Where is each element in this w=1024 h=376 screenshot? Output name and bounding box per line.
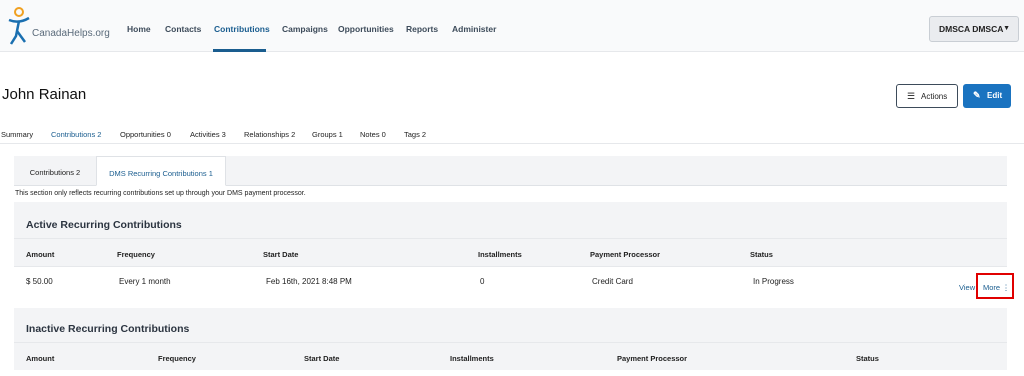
cell-payment-processor: Credit Card xyxy=(592,277,633,286)
inactive-contributions-panel: Inactive Recurring Contributions Amount … xyxy=(14,316,1007,376)
tab-groups[interactable]: Groups 1 xyxy=(312,130,343,139)
nav-campaigns[interactable]: Campaigns xyxy=(282,24,328,34)
logo[interactable]: CanadaHelps.org xyxy=(4,6,110,46)
actions-button-label: Actions xyxy=(921,92,948,101)
inactive-panel-title: Inactive Recurring Contributions xyxy=(14,316,1007,342)
caret-down-icon: ▼ xyxy=(1003,25,1010,32)
col-status: Status xyxy=(750,250,773,259)
stick-figure-logo-icon xyxy=(8,7,30,45)
edit-button-label: Edit xyxy=(987,91,1003,100)
col-status: Status xyxy=(856,354,879,363)
more-menu-button[interactable]: More ⋮ xyxy=(983,283,1010,292)
tab-summary[interactable]: Summary xyxy=(1,130,33,139)
col-payment-processor: Payment Processor xyxy=(590,250,661,259)
contributions-section: Contributions 2 DMS Recurring Contributi… xyxy=(14,156,1014,376)
cell-installments: 0 xyxy=(480,277,485,286)
nav-reports[interactable]: Reports xyxy=(406,24,438,34)
col-payment-processor: Payment Processor xyxy=(617,354,688,363)
sub-tabs: Contributions 2 DMS Recurring Contributi… xyxy=(14,156,1007,186)
user-menu-button[interactable]: DMSCA DMSCA ▼ xyxy=(929,16,1019,42)
tab-tags[interactable]: Tags 2 xyxy=(404,130,426,139)
nav-contributions[interactable]: Contributions xyxy=(214,24,270,34)
tab-contributions[interactable]: Contributions 2 xyxy=(51,130,101,139)
active-table-header: Amount Frequency Start Date Installments… xyxy=(14,238,1007,266)
contact-tabs: Summary Contributions 2 Opportunities 0 … xyxy=(0,126,1024,144)
col-frequency: Frequency xyxy=(158,354,196,363)
active-contributions-panel: Active Recurring Contributions Amount Fr… xyxy=(14,212,1014,308)
tab-relationships[interactable]: Relationships 2 xyxy=(244,130,295,139)
active-panel-title: Active Recurring Contributions xyxy=(14,212,1007,238)
subtab-contributions[interactable]: Contributions 2 xyxy=(14,156,96,186)
vertical-dots-icon: ⋮ xyxy=(1002,283,1010,292)
subtab-dms-recurring[interactable]: DMS Recurring Contributions 1 xyxy=(96,156,226,186)
col-installments: Installments xyxy=(478,250,522,259)
table-row: $ 50.00 Every 1 month Feb 16th, 2021 8:4… xyxy=(14,266,1014,300)
tab-notes[interactable]: Notes 0 xyxy=(360,130,386,139)
info-text: This section only reflects recurring con… xyxy=(14,186,1007,202)
col-installments: Installments xyxy=(450,354,494,363)
nav-administer[interactable]: Administer xyxy=(452,24,496,34)
more-label: More xyxy=(983,283,1001,292)
inactive-table-header: Amount Frequency Start Date Installments… xyxy=(14,342,1007,370)
tab-opportunities[interactable]: Opportunities 0 xyxy=(120,130,171,139)
more-menu-highlight: More ⋮ xyxy=(976,273,1014,299)
active-nav-indicator xyxy=(213,49,266,52)
col-frequency: Frequency xyxy=(117,250,155,259)
list-icon: ☰ xyxy=(907,91,916,101)
tab-activities[interactable]: Activities 3 xyxy=(190,130,226,139)
col-start-date: Start Date xyxy=(263,250,299,259)
actions-button[interactable]: ☰ Actions xyxy=(896,84,958,108)
page-title: John Rainan xyxy=(2,86,87,103)
user-menu-label: DMSCA DMSCA xyxy=(939,24,1004,34)
cell-amount: $ 50.00 xyxy=(26,277,53,286)
nav-opportunities[interactable]: Opportunities xyxy=(338,24,394,34)
pencil-icon: ✎ xyxy=(973,90,981,100)
cell-status: In Progress xyxy=(753,277,794,286)
col-amount: Amount xyxy=(26,354,55,363)
cell-frequency: Every 1 month xyxy=(119,277,171,286)
col-start-date: Start Date xyxy=(304,354,340,363)
nav-contacts[interactable]: Contacts xyxy=(165,24,201,34)
nav-home[interactable]: Home xyxy=(127,24,151,34)
cell-start-date: Feb 16th, 2021 8:48 PM xyxy=(266,277,352,286)
edit-button[interactable]: ✎ Edit xyxy=(963,84,1011,108)
brand-name: CanadaHelps.org xyxy=(32,28,110,39)
top-nav: CanadaHelps.org Home Contacts Contributi… xyxy=(0,0,1024,52)
view-link[interactable]: View xyxy=(959,283,975,292)
col-amount: Amount xyxy=(26,250,55,259)
